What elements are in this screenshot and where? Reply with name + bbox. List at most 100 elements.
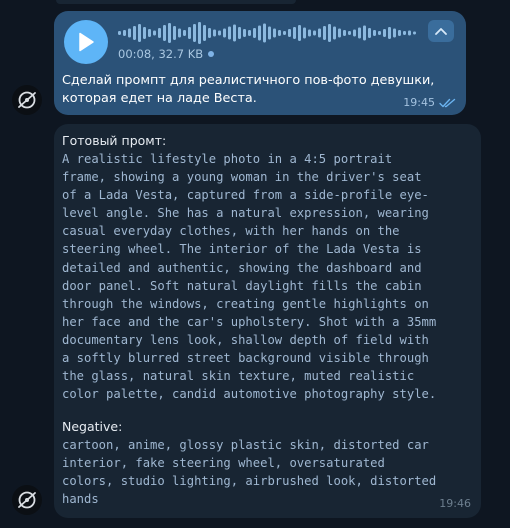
unplayed-dot <box>208 51 215 57</box>
waveform-bar <box>278 30 281 36</box>
waveform-bar <box>333 26 336 40</box>
waveform-bar <box>388 27 391 39</box>
waveform-bar <box>198 22 201 44</box>
code-line: frame, showing a young woman in the driv… <box>62 170 422 185</box>
waveform-bar <box>293 27 296 39</box>
code-line: steering wheel. The interior of the Lada… <box>62 242 422 257</box>
chat-area: 00:08, 32.7 KB Сделай промпт для реалист… <box>0 0 510 528</box>
negative-code-block[interactable]: cartoon, anime, glossy plastic skin, dis… <box>62 436 477 508</box>
waveform-bar <box>183 30 186 36</box>
waveform-bar <box>273 28 276 38</box>
message-text: Сделай промпт для реалистичного пов-фото… <box>62 73 435 106</box>
transcript-toggle-button[interactable] <box>428 20 454 42</box>
waveform-bar <box>323 26 326 40</box>
sender-avatar[interactable] <box>12 485 42 515</box>
waveform-bar <box>153 30 156 36</box>
waveform-bar <box>173 26 176 40</box>
waveform-bar <box>163 25 166 41</box>
waveform-bar <box>118 31 121 35</box>
waveform-bar <box>188 27 191 39</box>
prompt-code-block[interactable]: A realistic lifestyle photo in a 4:5 por… <box>62 150 477 403</box>
outgoing-message[interactable]: 00:08, 32.7 KB Сделай промпт для реалист… <box>54 11 466 115</box>
sender-avatar[interactable] <box>12 85 42 115</box>
waveform-bar <box>143 27 146 39</box>
waveform-bar <box>168 23 171 43</box>
code-line: the glass, natural skin texture, muted r… <box>62 369 415 384</box>
waveform-bar <box>298 25 301 41</box>
voice-duration: 00:08 <box>118 47 152 61</box>
chevron-up-icon <box>435 28 447 35</box>
waveform-bar <box>123 30 126 36</box>
code-line: A realistic lifestyle photo in a 4:5 por… <box>62 152 393 166</box>
voice-waveform[interactable] <box>118 21 418 45</box>
prompt-heading: Готовый промт: <box>62 133 167 148</box>
waveform-bar <box>413 31 416 35</box>
message-time: 19:46 <box>439 497 471 510</box>
code-line: hands <box>62 492 99 507</box>
waveform-bar <box>128 28 131 38</box>
play-icon <box>79 32 94 52</box>
code-line: detailed and authentic, showing the dash… <box>62 260 422 275</box>
double-check-icon <box>439 98 456 107</box>
waveform-bar <box>378 31 381 35</box>
voice-meta: 00:08, 32.7 KB <box>118 47 215 61</box>
waveform-bar <box>213 29 216 37</box>
waveform-bar <box>373 30 376 36</box>
waveform-bar <box>238 27 241 39</box>
code-line: documentary lens look, shallow depth of … <box>62 332 429 347</box>
waveform-bar <box>158 28 161 38</box>
waveform-bar <box>408 30 411 36</box>
previous-message-edge <box>56 0 296 4</box>
waveform-bar <box>308 29 311 37</box>
code-line: a softly blurred street background visib… <box>62 351 429 366</box>
voice-size: 32.7 KB <box>158 47 204 61</box>
waveform-bar <box>358 27 361 39</box>
waveform-bar <box>348 31 351 35</box>
waveform-bar <box>218 30 221 36</box>
waveform-bar <box>268 26 271 40</box>
waveform-bar <box>203 25 206 41</box>
waveform-bar <box>303 27 306 39</box>
waveform-bar <box>398 30 401 36</box>
waveform-bar <box>393 28 396 38</box>
waveform-bar <box>258 25 261 41</box>
code-line: interior, fake steering wheel, oversatur… <box>62 456 385 471</box>
waveform-bar <box>338 28 341 38</box>
waveform-bar <box>223 28 226 38</box>
waveform-bar <box>208 28 211 38</box>
code-line: cartoon, anime, glossy plastic skin, dis… <box>62 438 429 452</box>
code-line: her face and the car's upholstery. Shot … <box>62 314 437 329</box>
waveform-bar <box>353 29 356 37</box>
code-line: door panel. Soft natural daylight fills … <box>62 278 422 293</box>
waveform-bar <box>283 31 286 35</box>
waveform-bar <box>288 29 291 37</box>
negative-heading: Negative: <box>62 419 123 434</box>
waveform-bar <box>403 31 406 35</box>
waveform-bar <box>363 25 366 41</box>
code-line: casual everyday clothes, with her hands … <box>62 224 400 239</box>
waveform-bar <box>228 26 231 40</box>
waveform-bar <box>148 29 151 37</box>
waveform-bar <box>178 28 181 38</box>
play-button[interactable] <box>64 20 108 64</box>
message-meta: 19:45 <box>403 96 457 109</box>
code-line: through the windows, creating gentle hig… <box>62 296 429 311</box>
waveform-bar <box>343 30 346 36</box>
code-line: level angle. She has a natural expressio… <box>62 206 429 221</box>
waveform-bar <box>138 24 141 42</box>
waveform-bar <box>248 30 251 36</box>
waveform-bar <box>328 24 331 42</box>
waveform-bar <box>318 28 321 38</box>
avatar-logo-icon <box>18 491 36 509</box>
waveform-bar <box>233 24 236 42</box>
waveform-bar <box>313 30 316 36</box>
waveform-bar <box>263 23 266 43</box>
waveform-bar <box>193 24 196 42</box>
code-line: of a Lada Vesta, captured from a side-pr… <box>62 188 429 203</box>
avatar-logo-icon <box>18 91 36 109</box>
waveform-bar <box>243 29 246 37</box>
code-line: color palette, candid automotive photogr… <box>62 387 437 402</box>
code-line: colors, studio lighting, airbrushed look… <box>62 474 437 489</box>
waveform-bar <box>253 28 256 38</box>
incoming-message[interactable]: Готовый промт: A realistic lifestyle pho… <box>54 124 481 518</box>
